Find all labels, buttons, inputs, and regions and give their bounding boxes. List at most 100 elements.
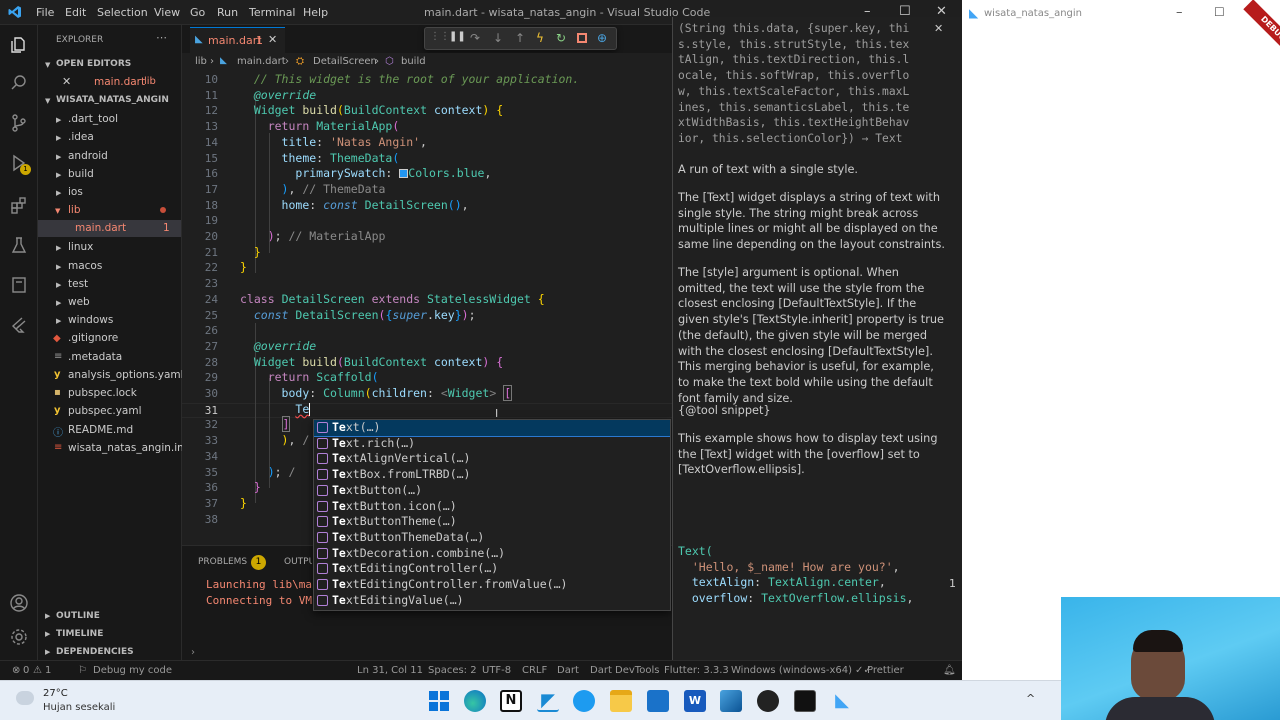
suggestion-item[interactable]: TextButton.icon(…) xyxy=(314,499,670,515)
tab-close-icon[interactable]: ✕ xyxy=(268,33,277,46)
extensions-icon[interactable] xyxy=(9,195,29,215)
outline-header[interactable]: OUTLINE xyxy=(56,611,100,621)
edge-icon[interactable] xyxy=(464,690,486,712)
menu-terminal[interactable]: Terminal xyxy=(249,6,296,19)
breadcrumb-item[interactable]: build xyxy=(401,56,426,67)
tree-item[interactable]: macos xyxy=(68,260,102,272)
tree-item-main-dart[interactable]: main.dart xyxy=(75,222,126,234)
tree-item[interactable]: windows xyxy=(68,314,113,326)
breadcrumb-item[interactable]: DetailScreen xyxy=(313,56,377,67)
status-prettier[interactable]: Prettier xyxy=(867,665,904,676)
run-debug-icon[interactable]: 1 xyxy=(9,153,31,175)
status-devtools[interactable]: Dart DevTools xyxy=(590,665,659,676)
more-actions-icon[interactable]: ⋯ xyxy=(156,31,167,44)
suggestion-item[interactable]: TextAlignVertical(…) xyxy=(314,451,670,467)
tree-item[interactable]: test xyxy=(68,278,88,290)
vscode-taskbar-icon[interactable]: ◤ xyxy=(537,690,559,712)
tree-item[interactable]: .idea xyxy=(68,131,94,143)
tab-output[interactable]: OUTPUT xyxy=(284,557,312,567)
stop-icon[interactable] xyxy=(577,33,587,43)
notion-icon[interactable]: N xyxy=(500,690,522,712)
manage-gear-icon[interactable] xyxy=(9,627,29,647)
testing-icon[interactable] xyxy=(9,235,29,255)
tree-item[interactable]: wisata_natas_angin.iml xyxy=(68,442,190,454)
breadcrumb-item[interactable]: lib xyxy=(195,56,207,67)
search-icon[interactable] xyxy=(9,73,29,93)
status-position[interactable]: Ln 31, Col 11 xyxy=(357,665,423,676)
open-editors-header[interactable]: OPEN EDITORS xyxy=(56,59,131,69)
app-minimize-icon[interactable]: – xyxy=(1176,5,1183,20)
suggestion-item[interactable]: TextButton(…) xyxy=(314,483,670,499)
devtools-search-icon[interactable]: ⊕ xyxy=(597,31,607,45)
suggestion-item[interactable]: TextButtonTheme(…) xyxy=(314,514,670,530)
suggestion-item[interactable]: TextEditingValue(…) xyxy=(314,593,670,609)
dependencies-header[interactable]: DEPENDENCIES xyxy=(56,647,134,657)
breadcrumb-item[interactable]: main.dart xyxy=(237,56,286,67)
suggestion-item[interactable]: TextEditingController(…) xyxy=(314,561,670,577)
status-debug[interactable]: Debug my code xyxy=(93,665,172,676)
tree-item[interactable]: .dart_tool xyxy=(68,113,118,125)
flutter-taskbar-icon[interactable]: ◣ xyxy=(831,690,853,712)
tray-chevron-icon[interactable]: ^ xyxy=(1026,692,1035,705)
tree-item[interactable]: .gitignore xyxy=(68,332,118,344)
account-icon[interactable] xyxy=(9,593,29,613)
suggestion-item[interactable]: TextDecoration.combine(…) xyxy=(314,546,670,562)
tree-item[interactable]: .metadata xyxy=(68,351,122,363)
tab-main-dart[interactable]: ◣ main.dart 1 ✕ xyxy=(190,27,285,53)
status-warnings[interactable]: 1 xyxy=(45,665,51,676)
restart-icon[interactable]: ↻ xyxy=(556,31,566,45)
app-maximize-icon[interactable]: ☐ xyxy=(1214,5,1225,19)
close-editor-icon[interactable]: ✕ xyxy=(62,75,71,88)
suggestion-item[interactable]: TextEditingController.fromValue(…) xyxy=(314,577,670,593)
step-over-icon[interactable]: ↷ xyxy=(470,31,480,45)
status-eol[interactable]: CRLF xyxy=(522,665,547,676)
terminal-icon[interactable] xyxy=(794,690,816,712)
status-encoding[interactable]: UTF-8 xyxy=(482,665,511,676)
menu-run[interactable]: Run xyxy=(217,6,238,19)
menu-help[interactable]: Help xyxy=(303,6,328,19)
tree-item[interactable]: pubspec.lock xyxy=(68,387,137,399)
hot-reload-icon[interactable]: ϟ xyxy=(536,31,544,45)
source-control-icon[interactable] xyxy=(9,113,29,133)
photos-icon[interactable] xyxy=(720,690,742,712)
tree-item[interactable]: lib xyxy=(68,204,81,216)
step-into-icon[interactable]: ↓ xyxy=(493,31,503,45)
menu-selection[interactable]: Selection xyxy=(97,6,148,19)
bell-icon[interactable]: 🔔︎ xyxy=(943,665,956,676)
tree-item[interactable]: README.md xyxy=(68,424,133,436)
status-spaces[interactable]: Spaces: 2 xyxy=(428,665,477,676)
project-header[interactable]: WISATA_NATAS_ANGIN xyxy=(56,95,169,105)
status-device[interactable]: Windows (windows-x64) xyxy=(731,665,852,676)
status-errors[interactable]: 0 xyxy=(23,665,29,676)
menu-go[interactable]: Go xyxy=(190,6,205,19)
tree-item[interactable]: android xyxy=(68,150,108,162)
suggestion-item[interactable]: TextBox.fromLTRBD(…) xyxy=(314,467,670,483)
suggestion-item-selected[interactable]: Text(…) xyxy=(314,420,670,437)
tree-item[interactable]: build xyxy=(68,168,94,180)
file-explorer-icon[interactable] xyxy=(610,690,632,712)
tree-item[interactable]: web xyxy=(68,296,90,308)
tree-item[interactable]: ios xyxy=(68,186,83,198)
word-icon[interactable]: W xyxy=(684,690,706,712)
flutter-icon[interactable] xyxy=(9,315,29,335)
twitter-icon[interactable] xyxy=(573,690,595,712)
menu-view[interactable]: View xyxy=(154,6,180,19)
tree-item[interactable]: linux xyxy=(68,241,93,253)
drag-handle-icon[interactable]: ⋮⋮ xyxy=(430,31,450,42)
details-close-icon[interactable]: ✕ xyxy=(934,22,943,35)
tab-problems[interactable]: PROBLEMS xyxy=(198,557,247,567)
start-button[interactable] xyxy=(428,690,450,712)
github-icon[interactable] xyxy=(757,690,779,712)
explorer-icon[interactable] xyxy=(9,35,29,55)
tree-item[interactable]: pubspec.yaml xyxy=(68,405,142,417)
step-out-icon[interactable]: ↑ xyxy=(515,31,525,45)
remote-explorer-icon[interactable] xyxy=(9,275,29,295)
weather-temp[interactable]: 27°C xyxy=(43,688,68,699)
weather-desc[interactable]: Hujan sesekali xyxy=(43,702,115,713)
menu-file[interactable]: File xyxy=(36,6,54,19)
timeline-header[interactable]: TIMELINE xyxy=(56,629,103,639)
suggestion-item[interactable]: TextButtonThemeData(…) xyxy=(314,530,670,546)
open-editor-item[interactable]: main.dart xyxy=(94,76,145,88)
suggestion-item[interactable]: Text.rich(…) xyxy=(314,436,670,452)
status-language[interactable]: Dart xyxy=(557,665,579,676)
